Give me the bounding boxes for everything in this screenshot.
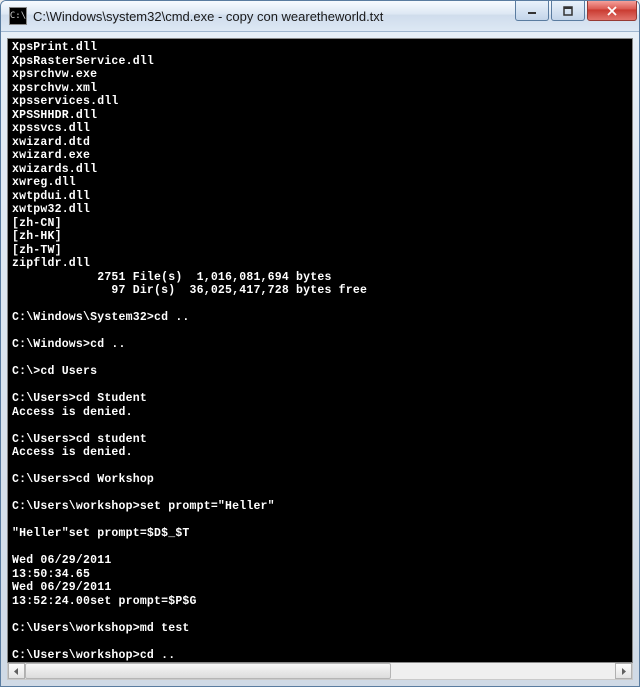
cmd-window: C:\ C:\Windows\system32\cmd.exe - copy c… — [0, 0, 640, 687]
scrollbar-track[interactable] — [25, 663, 615, 679]
chevron-right-icon — [620, 668, 627, 675]
cmd-icon: C:\ — [9, 7, 27, 25]
close-icon — [606, 6, 618, 16]
titlebar[interactable]: C:\ C:\Windows\system32\cmd.exe - copy c… — [1, 1, 639, 32]
minimize-button[interactable] — [515, 1, 549, 21]
scroll-left-button[interactable] — [8, 663, 25, 679]
close-button[interactable] — [587, 1, 637, 21]
scroll-right-button[interactable] — [615, 663, 632, 679]
minimize-icon — [527, 6, 537, 16]
window-controls — [515, 1, 637, 31]
scrollbar-thumb[interactable] — [25, 663, 391, 679]
chevron-left-icon — [13, 668, 20, 675]
maximize-button[interactable] — [551, 1, 585, 21]
window-title: C:\Windows\system32\cmd.exe - copy con w… — [33, 9, 515, 24]
maximize-icon — [563, 6, 573, 16]
horizontal-scrollbar[interactable] — [7, 663, 633, 680]
console-output[interactable]: XpsPrint.dll XpsRasterService.dll xpsrch… — [7, 38, 633, 663]
